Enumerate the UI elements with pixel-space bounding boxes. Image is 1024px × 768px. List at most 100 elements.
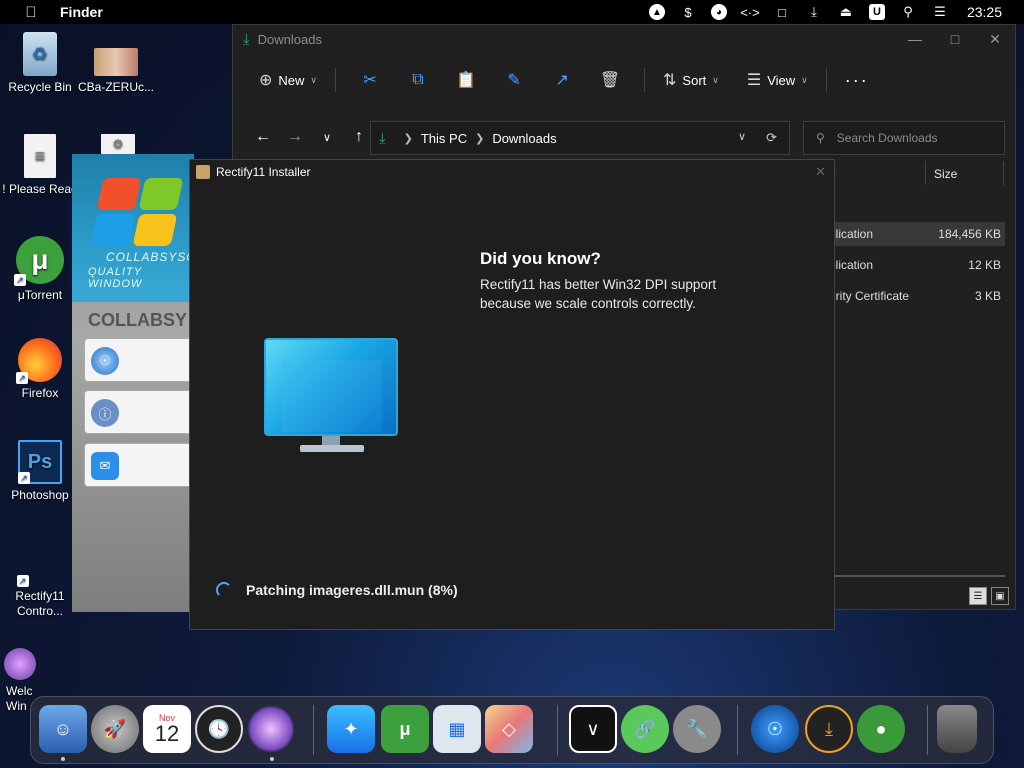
running-indicator [270,757,274,761]
eject-icon[interactable]: ▲ [648,4,665,20]
desktop-icon-recycle-bin[interactable]: ♻ Recycle Bin [0,32,80,95]
explorer-title: Downloads [257,31,322,47]
recent-chevron-icon[interactable]: ∨ [311,131,343,144]
desktop-icon-rectify11[interactable]: ↗ Rectify11 Contro... [0,542,80,619]
file-column-headers: e Size [829,159,1009,189]
horizontal-scrollbar[interactable] [833,575,1005,577]
refresh-icon[interactable]: ⟳ [766,130,777,146]
file-type: plication [829,227,874,241]
copy-icon[interactable]: ⧉ [394,71,442,89]
breadcrumb-this-pc[interactable]: This PC [421,131,467,146]
apple-menu-icon[interactable]:  [22,4,40,21]
more-options-icon[interactable]: ··· [837,64,877,96]
u-icon[interactable]: U [868,4,885,20]
file-size: 184,456 KB [938,227,1001,241]
photo-viewer-icon[interactable]: ◇ [485,705,533,753]
explorer-titlebar[interactable]: ⤓ Downloads — □ ✕ [233,25,1015,53]
mute-icon[interactable]: ⤓ [805,4,823,20]
search-icon[interactable]: ⚲ [899,4,917,20]
eject-up-icon[interactable]: ⏏ [837,4,855,20]
mail-icon: ✉ [91,452,119,480]
info-badge-icon: ⓘ [91,399,119,427]
installer-title: Rectify11 Installer [216,165,311,179]
utorrent-icon[interactable]: μ [381,705,429,753]
clock-icon[interactable]: 🕓 [195,705,243,753]
close-button[interactable]: ✕ [975,31,1015,48]
shortcut-arrow-icon: ↗ [16,575,29,587]
view-button[interactable]: ☰ View ∨ [739,64,816,96]
desktop-icon-utorrent[interactable]: μ ↗ μTorrent [0,236,80,303]
desktop-icon-cba[interactable]: CBa-ZERUc... [76,48,156,95]
siri-icon[interactable] [247,705,295,753]
maximize-button[interactable]: □ [935,31,975,48]
windows-app-icon[interactable]: ▦ [433,705,481,753]
desktop-icon-firefox[interactable]: ↗ Firefox [0,338,80,401]
welcome-app-icon [4,648,36,680]
share-icon[interactable]: ↗ [538,70,586,90]
control-center-icon[interactable]: ☰ [931,4,949,20]
delete-icon[interactable]: 🗑 [586,70,634,90]
search-box[interactable]: ⚲ Search Downloads [803,121,1005,155]
installer-titlebar[interactable]: Rectify11 Installer ✕ [190,160,834,184]
app-name[interactable]: Finder [60,4,103,20]
launchpad-rocket-icon[interactable]: 🚀 [91,705,139,753]
view-toggle: ☰ ▣ [969,587,1009,605]
tiles-view-icon[interactable]: ▣ [991,587,1009,605]
www-globe-icon[interactable]: ☉ [751,705,799,753]
close-button[interactable]: ✕ [815,164,826,180]
toolbar-divider [644,68,646,92]
progress-status: Patching imageres.dll.mun (8%) [216,582,458,598]
column-divider[interactable] [925,161,926,185]
collab-web-button[interactable]: ☉ [84,338,194,382]
cut-icon[interactable]: ✂ [346,70,394,90]
desktop-icon-please-read[interactable]: ≡ ! Please Read [0,134,80,197]
menu-clock[interactable]: 23:25 [967,4,1002,20]
dock-divider [927,705,928,755]
finder-icon[interactable]: ☺ [39,705,87,753]
file-row[interactable]: urity Certificate 3 KB [829,284,1005,308]
desktop-icon-label: Photoshop [11,488,69,502]
firefox-icon: ↗ [16,338,62,384]
trash-icon[interactable] [937,705,977,753]
downloads-stack-chevron-icon[interactable]: ∨ [569,705,617,753]
back-arrow-icon[interactable]: ← [247,128,279,146]
breadcrumb-downloads[interactable]: Downloads [492,131,556,146]
file-size: 12 KB [968,258,1001,272]
dock-divider [557,705,558,755]
rename-icon[interactable]: ✎ [490,70,538,90]
link-chain-icon[interactable]: 🔗 [621,705,669,753]
sort-button[interactable]: ⇅ Sort ∨ [655,64,727,96]
desktop-icon-label: Rectify11 Contro... [15,589,65,618]
tools-wrench-icon[interactable]: 🔧 [673,705,721,753]
pie-icon[interactable]: ◕ [710,4,727,20]
recycle-bin-icon: ♻ [23,32,57,76]
breadcrumb-separator-icon: ❯ [403,132,413,145]
address-row: ← → ∨ ↑ ⤓ ❯ This PC ❯ Downloads ∨ ⟳ ⚲ Se… [233,107,1015,167]
new-button[interactable]: ⊕ New ∨ [251,64,325,96]
paste-icon[interactable]: 📋 [442,70,490,90]
file-row[interactable]: plication 12 KB [829,253,1005,277]
package-icon [196,165,210,179]
collab-mail-button[interactable]: ✉ [84,443,194,487]
network-people-icon[interactable]: ● [857,705,905,753]
details-view-icon[interactable]: ☰ [969,587,987,605]
minimize-button[interactable]: — [895,31,935,48]
dollar-icon[interactable]: $ [679,4,697,20]
file-row[interactable]: plication 184,456 KB [829,222,1005,246]
toolbar-divider [335,68,337,92]
display-icon[interactable]: □ [773,4,791,20]
download-arrow-icon[interactable]: ⤓ [805,705,853,753]
address-bar[interactable]: ⤓ ❯ This PC ❯ Downloads ∨ ⟳ [370,121,790,155]
forward-arrow-icon[interactable]: → [279,128,311,146]
banner-brand: COLLABSYSOS [106,250,194,264]
calendar-icon[interactable]: Nov 12 [143,705,191,753]
address-history-chevron-icon[interactable]: ∨ [738,130,746,146]
column-divider[interactable] [1003,161,1004,185]
search-icon: ⚲ [816,131,825,145]
safari-compass-icon[interactable]: ✦ [327,705,375,753]
collab-info-button[interactable]: ⓘ [84,390,194,434]
code-icon[interactable]: <·> [740,4,760,20]
column-header-size[interactable]: Size [934,167,957,181]
windows-logo-icon: ↗ [16,542,62,587]
desktop-icon-photoshop[interactable]: Ps ↗ Photoshop [0,440,80,503]
